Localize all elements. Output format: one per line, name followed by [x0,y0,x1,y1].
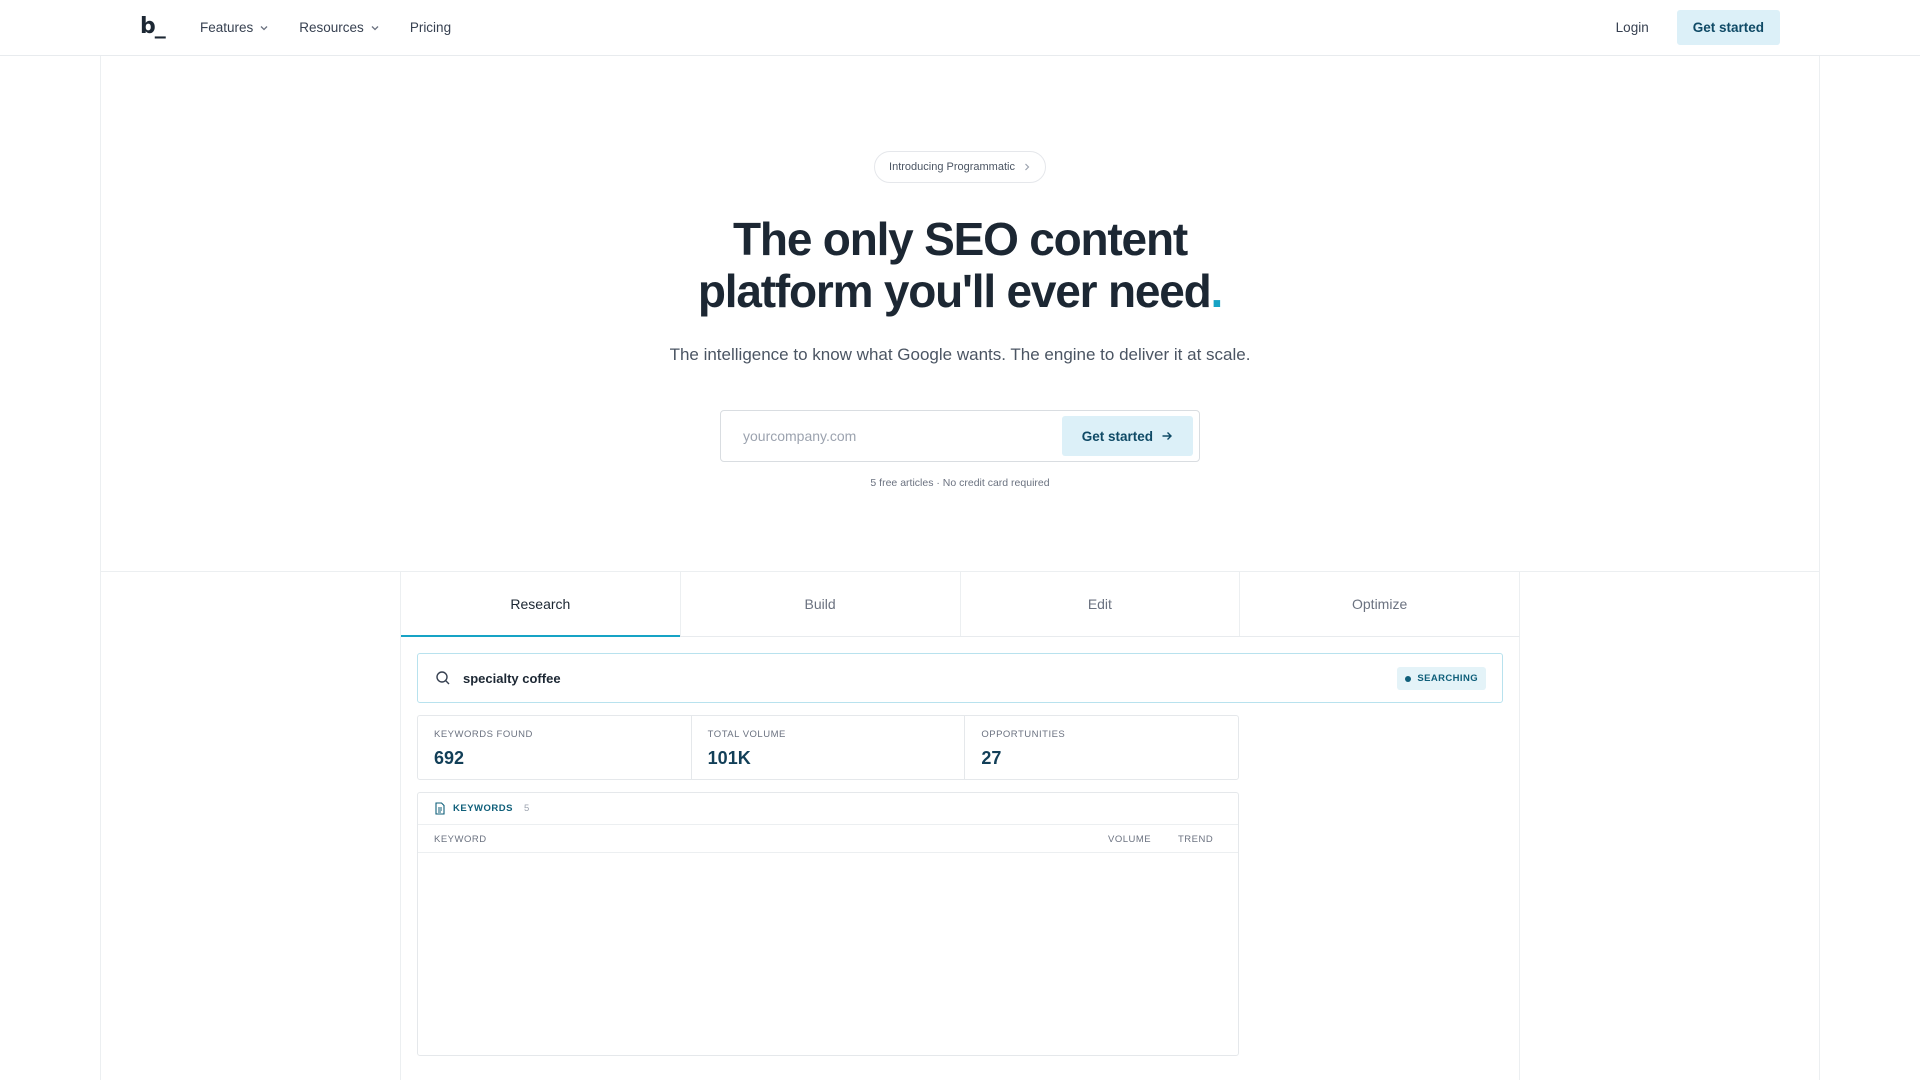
nav-item-features[interactable]: Features [200,20,269,35]
status-dot-icon [1405,675,1412,682]
keywords-column-headers: KEYWORD VOLUME TREND [418,825,1238,853]
nav-item-label: Features [200,20,254,35]
frame-line-left [100,56,101,1080]
website-input[interactable] [721,411,1062,461]
keywords-table: KEYWORDS 5 KEYWORD VOLUME TREND [417,792,1239,1056]
nav-item-pricing[interactable]: Pricing [410,20,451,35]
keywords-title: KEYWORDS [453,803,513,814]
stat-keywords-found: KEYWORDS FOUND 692 [418,716,692,779]
signup-submit-button[interactable]: Get started [1061,416,1193,456]
signup-note: 5 free articles · No credit card require… [870,477,1050,489]
tab-optimize[interactable]: Optimize [1240,572,1519,636]
feature-tabs: Research Build Edit Optimize [400,572,1520,637]
keywords-count: 5 [523,803,530,814]
chevron-right-icon [1025,163,1030,171]
tab-research[interactable]: Research [401,572,681,637]
headline-accent-dot: . [1210,265,1224,317]
stat-value: 692 [434,748,465,768]
login-link[interactable]: Login [1616,20,1649,35]
top-navigation-bar: b_ Features Resources Pricing Login Get … [0,0,1920,56]
stat-total-volume: TOTAL VOLUME 101K [692,716,966,779]
search-icon [436,671,450,685]
stat-value: 101K [707,748,751,768]
signup-form: Get started [720,410,1200,462]
search-query-text: specialty coffee [463,670,561,686]
stat-label: TOTAL VOLUME [707,729,786,740]
nav-item-resources[interactable]: Resources [299,20,380,35]
get-started-button[interactable]: Get started [1676,10,1780,45]
stat-label: KEYWORDS FOUND [434,729,533,740]
headline-line-2: platform you'll ever need [697,265,1212,317]
nav-item-label: Resources [299,20,364,35]
stat-value: 27 [981,748,1002,768]
tab-edit[interactable]: Edit [961,572,1241,636]
chevron-down-icon [371,25,379,30]
stat-label: OPPORTUNITIES [981,729,1066,740]
document-icon [435,802,445,815]
hero-headline: The only SEO content platform you'll eve… [560,213,1360,317]
main-nav: Features Resources Pricing [200,0,451,55]
column-header-volume: VOLUME [1108,834,1152,845]
chevron-down-icon [260,25,268,30]
stat-opportunities: OPPORTUNITIES 27 [965,716,1238,779]
column-header-trend: TREND [1178,834,1214,845]
keywords-table-header: KEYWORDS 5 [418,793,1238,825]
headline-line-1: The only SEO content [733,213,1188,265]
status-badge: SEARCHING [1397,667,1486,690]
tab-build[interactable]: Build [681,572,961,636]
header-actions: Login Get started [1616,10,1780,45]
frame-line-right [1819,56,1820,1080]
announcement-pill[interactable]: Introducing Programmatic [874,151,1046,183]
hero-subheadline: The intelligence to know what Google wan… [669,345,1251,364]
nav-item-label: Pricing [409,20,452,35]
signup-button-label: Get started [1081,428,1153,444]
demo-search-bar[interactable]: specialty coffee SEARCHING [417,653,1503,703]
brand-logo[interactable]: b_ [140,14,166,39]
announcement-label: Introducing Programmatic [889,161,1015,173]
status-label: SEARCHING [1417,673,1478,684]
stats-cards: KEYWORDS FOUND 692 TOTAL VOLUME 101K OPP… [417,715,1239,780]
column-header-keyword: KEYWORD [434,834,487,845]
arrow-right-icon [1162,432,1172,440]
